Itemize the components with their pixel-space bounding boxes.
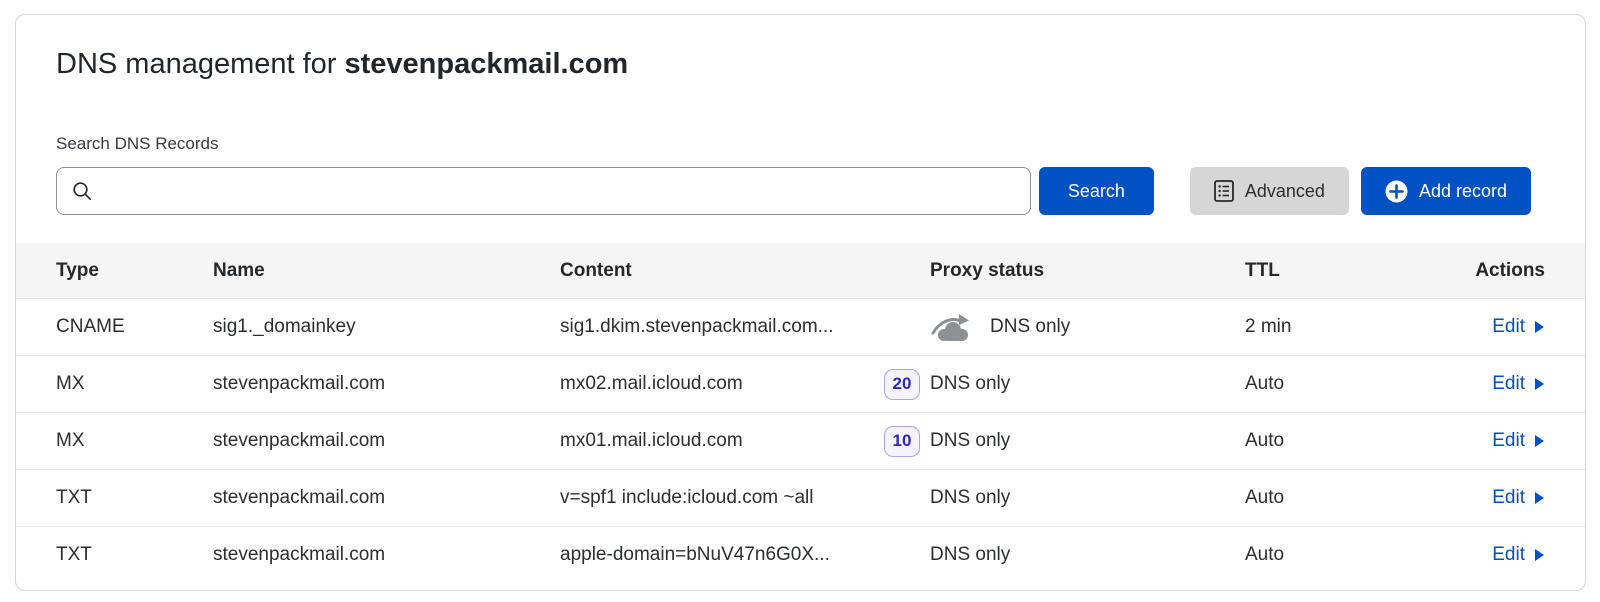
- proxy-status: DNS only: [930, 373, 1010, 395]
- table-row: TXT stevenpackmail.com v=spf1 include:ic…: [16, 469, 1585, 526]
- record-name: stevenpackmail.com: [213, 430, 560, 452]
- header-type: Type: [16, 260, 213, 282]
- page-title-domain: stevenpackmail.com: [345, 48, 629, 80]
- advanced-list-icon: [1214, 180, 1234, 202]
- header-actions: Actions: [1390, 260, 1585, 282]
- record-type: TXT: [16, 487, 213, 509]
- record-type: CNAME: [16, 316, 213, 338]
- proxy-status: DNS only: [930, 487, 1010, 509]
- record-name: stevenpackmail.com: [213, 544, 560, 566]
- proxy-status: DNS only: [930, 430, 1010, 452]
- search-toolbar: Search Advanced Add record: [56, 167, 1531, 215]
- edit-caret-icon: [1534, 377, 1545, 391]
- header-name: Name: [213, 260, 560, 282]
- dns-records-table: Type Name Content Proxy status TTL Actio…: [16, 243, 1585, 583]
- record-type: TXT: [16, 544, 213, 566]
- record-ttl: Auto: [1245, 487, 1390, 509]
- dns-management-card: DNS management for stevenpackmail.com Se…: [15, 14, 1586, 591]
- table-row: MX stevenpackmail.com mx01.mail.icloud.c…: [16, 412, 1585, 469]
- advanced-button[interactable]: Advanced: [1190, 167, 1349, 215]
- record-content: apple-domain=bNuV47n6G0X...: [560, 544, 830, 566]
- page-title-prefix: DNS management for: [56, 48, 345, 80]
- edit-link[interactable]: Edit: [1492, 487, 1545, 509]
- mx-priority-badge: 20: [884, 369, 920, 400]
- search-box: [56, 167, 1031, 215]
- record-ttl: Auto: [1245, 373, 1390, 395]
- record-name: stevenpackmail.com: [213, 373, 560, 395]
- search-button[interactable]: Search: [1039, 167, 1154, 215]
- edit-caret-icon: [1534, 320, 1545, 334]
- record-content: sig1.dkim.stevenpackmail.com...: [560, 316, 834, 338]
- edit-caret-icon: [1534, 491, 1545, 505]
- dns-only-cloud-icon: [930, 312, 976, 342]
- page-title: DNS management for stevenpackmail.com: [56, 47, 1545, 81]
- edit-link[interactable]: Edit: [1492, 544, 1545, 566]
- record-type: MX: [16, 430, 213, 452]
- proxy-status: DNS only: [990, 316, 1070, 338]
- header-proxy: Proxy status: [930, 260, 1245, 282]
- table-row: TXT stevenpackmail.com apple-domain=bNuV…: [16, 526, 1585, 583]
- search-input[interactable]: [56, 167, 1031, 215]
- header-ttl: TTL: [1245, 260, 1390, 282]
- record-content: v=spf1 include:icloud.com ~all: [560, 487, 813, 509]
- plus-circle-icon: [1385, 180, 1408, 203]
- record-type: MX: [16, 373, 213, 395]
- search-records-label: Search DNS Records: [56, 134, 1545, 154]
- record-ttl: 2 min: [1245, 316, 1390, 338]
- add-record-button[interactable]: Add record: [1361, 167, 1531, 215]
- edit-caret-icon: [1534, 434, 1545, 448]
- table-row: MX stevenpackmail.com mx02.mail.icloud.c…: [16, 355, 1585, 412]
- record-name: stevenpackmail.com: [213, 487, 560, 509]
- record-ttl: Auto: [1245, 430, 1390, 452]
- add-record-button-label: Add record: [1419, 181, 1507, 202]
- proxy-status: DNS only: [930, 544, 1010, 566]
- edit-link[interactable]: Edit: [1492, 430, 1545, 452]
- advanced-button-label: Advanced: [1245, 181, 1325, 202]
- record-content: mx02.mail.icloud.com: [560, 373, 743, 395]
- record-ttl: Auto: [1245, 544, 1390, 566]
- edit-caret-icon: [1534, 548, 1545, 562]
- edit-link[interactable]: Edit: [1492, 316, 1545, 338]
- edit-link[interactable]: Edit: [1492, 373, 1545, 395]
- mx-priority-badge: 10: [884, 426, 920, 457]
- table-header-row: Type Name Content Proxy status TTL Actio…: [16, 243, 1585, 298]
- header-content: Content: [560, 260, 930, 282]
- record-name: sig1._domainkey: [213, 316, 560, 338]
- table-row: CNAME sig1._domainkey sig1.dkim.stevenpa…: [16, 298, 1585, 355]
- record-content: mx01.mail.icloud.com: [560, 430, 743, 452]
